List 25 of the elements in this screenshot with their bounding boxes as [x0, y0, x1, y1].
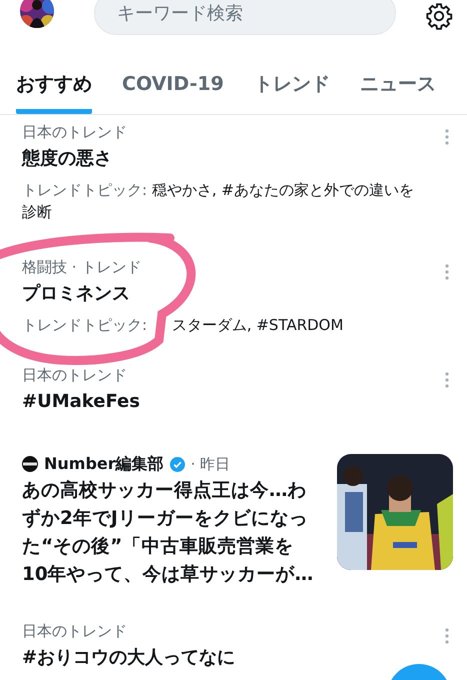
trend-topics: トレンドトピック: スターダム, #STARDOM — [22, 315, 344, 336]
more-icon[interactable] — [445, 129, 449, 145]
trend-category: 日本のトレンド — [22, 122, 128, 143]
tab[interactable]: COVID-19 — [122, 65, 224, 114]
trend-title[interactable]: #おりコウの大人ってなに — [22, 646, 236, 670]
settings-icon[interactable] — [425, 2, 453, 30]
more-icon[interactable] — [445, 628, 449, 644]
trend-category: 日本のトレンド — [22, 365, 128, 386]
news-headline[interactable]: あの高校サッカー得点王は今…わずか2年でJリーガーをクビになった“その後”「中古車販売営業を10年やって、今は草サッカーが… — [22, 477, 314, 589]
tab[interactable]: ニュース — [360, 65, 436, 114]
more-icon[interactable] — [445, 372, 449, 388]
verified-icon — [170, 456, 185, 472]
search-field[interactable]: キーワード検索 — [94, 0, 396, 35]
logo-icon — [22, 456, 38, 472]
trend-title[interactable]: プロミネンス — [22, 282, 130, 306]
trend-title[interactable]: #UMakeFes — [22, 390, 140, 414]
trend-category: 格闘技 · トレンド — [22, 257, 142, 278]
author-name: Number編集部 — [44, 453, 164, 475]
trend-category: 日本のトレンド — [22, 621, 128, 642]
tab[interactable]: おすすめ — [16, 65, 92, 114]
trend-title[interactable]: 態度の悪さ — [22, 147, 112, 171]
trend-topics: トレンドトピック: 穏やかさ, #あなたの家と外での違いを診断 — [22, 180, 415, 223]
more-icon[interactable] — [445, 264, 449, 280]
tab[interactable]: トレンド — [254, 65, 330, 114]
post-time: · 昨日 — [190, 454, 230, 475]
